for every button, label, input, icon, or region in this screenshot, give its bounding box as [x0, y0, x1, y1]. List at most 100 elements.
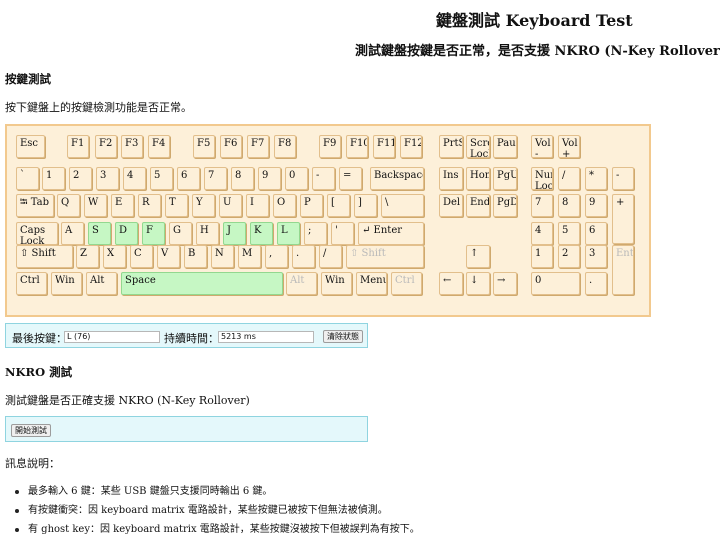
- key-o[interactable]: O: [273, 194, 296, 217]
- key-ctrl[interactable]: Ctrl: [16, 272, 47, 295]
- key-f6[interactable]: F6: [220, 135, 242, 158]
- key-c[interactable]: C: [130, 245, 153, 268]
- key-d[interactable]: D: [115, 222, 138, 245]
- key-esc[interactable]: Esc: [16, 135, 45, 158]
- key-1[interactable]: 1: [42, 167, 65, 190]
- key-g[interactable]: G: [169, 222, 192, 245]
- key-win[interactable]: Win: [51, 272, 82, 295]
- key-pgup[interactable]: PgUp: [493, 167, 517, 190]
- key-alt[interactable]: Alt: [86, 272, 117, 295]
- key-8[interactable]: 8: [231, 167, 254, 190]
- key-u[interactable]: U: [219, 194, 242, 217]
- key-2[interactable]: 2: [69, 167, 92, 190]
- key-i[interactable]: I: [246, 194, 269, 217]
- key-sym[interactable]: =: [339, 167, 362, 190]
- key-5[interactable]: 5: [150, 167, 173, 190]
- key-scroll-lock[interactable]: Scroll Lock: [466, 135, 490, 158]
- key-x[interactable]: X: [103, 245, 126, 268]
- key-k[interactable]: K: [250, 222, 273, 245]
- key-f7[interactable]: F7: [247, 135, 269, 158]
- key-sym[interactable]: *: [585, 167, 607, 190]
- key-p[interactable]: P: [300, 194, 323, 217]
- key-f10[interactable]: F10: [346, 135, 368, 158]
- key-sym[interactable]: -: [312, 167, 335, 190]
- key-f4[interactable]: F4: [148, 135, 170, 158]
- key-9[interactable]: 9: [258, 167, 281, 190]
- key-f1[interactable]: F1: [67, 135, 89, 158]
- key-sym[interactable]: .: [292, 245, 315, 268]
- key-sym[interactable]: ,: [265, 245, 288, 268]
- key-j[interactable]: J: [223, 222, 246, 245]
- key-t[interactable]: T: [165, 194, 188, 217]
- key-y[interactable]: Y: [192, 194, 215, 217]
- start-test-button[interactable]: 開始測試: [11, 424, 51, 437]
- key-sym[interactable]: /: [558, 167, 580, 190]
- key-home[interactable]: Home: [466, 167, 490, 190]
- key-tab[interactable]: ⭾ Tab: [16, 194, 54, 217]
- key-pgdn[interactable]: PgDn: [493, 194, 517, 217]
- key-sym[interactable]: ↓: [466, 272, 490, 295]
- key-m[interactable]: M: [238, 245, 261, 268]
- key-sym[interactable]: \: [381, 194, 424, 217]
- key-3[interactable]: 3: [585, 245, 607, 268]
- key-menu[interactable]: Menu: [356, 272, 387, 295]
- key-5[interactable]: 5: [558, 222, 580, 245]
- key-end[interactable]: End: [466, 194, 490, 217]
- key-sym[interactable]: [: [327, 194, 350, 217]
- key-sym[interactable]: ←: [439, 272, 463, 295]
- key-del[interactable]: Del: [439, 194, 463, 217]
- clear-status-button[interactable]: 清除狀態: [323, 330, 363, 343]
- key-win[interactable]: Win: [321, 272, 352, 295]
- key-r[interactable]: R: [138, 194, 161, 217]
- key-f3[interactable]: F3: [121, 135, 143, 158]
- key-7[interactable]: 7: [531, 194, 553, 217]
- key-sym[interactable]: ↑: [466, 245, 490, 268]
- key-0[interactable]: 0: [285, 167, 308, 190]
- key-sym[interactable]: ]: [354, 194, 377, 217]
- last-key-field[interactable]: L (76): [64, 331, 160, 343]
- key-1[interactable]: 1: [531, 245, 553, 268]
- key-space[interactable]: Space: [121, 272, 283, 295]
- key-vol[interactable]: Vol +: [558, 135, 580, 158]
- key-shift[interactable]: ⇧ Shift: [16, 245, 73, 268]
- key-sym[interactable]: +: [612, 194, 634, 244]
- key-z[interactable]: Z: [76, 245, 99, 268]
- key-n[interactable]: N: [211, 245, 234, 268]
- key-pause[interactable]: Pause: [493, 135, 517, 158]
- key-w[interactable]: W: [84, 194, 107, 217]
- key-s[interactable]: S: [88, 222, 111, 245]
- key-f2[interactable]: F2: [95, 135, 117, 158]
- duration-field[interactable]: 5213 ms: [218, 331, 314, 343]
- key-num-lock[interactable]: Num Lock: [531, 167, 553, 190]
- key-alt[interactable]: Alt: [286, 272, 317, 295]
- key-enter[interactable]: Enter: [612, 245, 634, 295]
- key-a[interactable]: A: [61, 222, 84, 245]
- key-h[interactable]: H: [196, 222, 219, 245]
- key-f12[interactable]: F12: [400, 135, 422, 158]
- key-l[interactable]: L: [277, 222, 300, 245]
- key-4[interactable]: 4: [531, 222, 553, 245]
- key-ins[interactable]: Ins: [439, 167, 463, 190]
- key-4[interactable]: 4: [123, 167, 146, 190]
- key-8[interactable]: 8: [558, 194, 580, 217]
- key-sym[interactable]: .: [585, 272, 607, 295]
- key-sym[interactable]: ;: [304, 222, 327, 245]
- key-9[interactable]: 9: [585, 194, 607, 217]
- key-sym[interactable]: ': [331, 222, 354, 245]
- key-0[interactable]: 0: [531, 272, 580, 295]
- key-f11[interactable]: F11: [373, 135, 395, 158]
- key-q[interactable]: Q: [57, 194, 80, 217]
- key-f[interactable]: F: [142, 222, 165, 245]
- key-caps-lock[interactable]: Caps Lock: [16, 222, 58, 245]
- key-f8[interactable]: F8: [274, 135, 296, 158]
- key-ctrl[interactable]: Ctrl: [391, 272, 422, 295]
- key-b[interactable]: B: [184, 245, 207, 268]
- key-3[interactable]: 3: [96, 167, 119, 190]
- key-shift[interactable]: ⇧ Shift: [346, 245, 424, 268]
- key-prtsc[interactable]: PrtSc: [439, 135, 463, 158]
- key-6[interactable]: 6: [177, 167, 200, 190]
- key-sym[interactable]: -: [612, 167, 634, 190]
- key-sym[interactable]: →: [493, 272, 517, 295]
- key-v[interactable]: V: [157, 245, 180, 268]
- key-sym[interactable]: `: [16, 167, 39, 190]
